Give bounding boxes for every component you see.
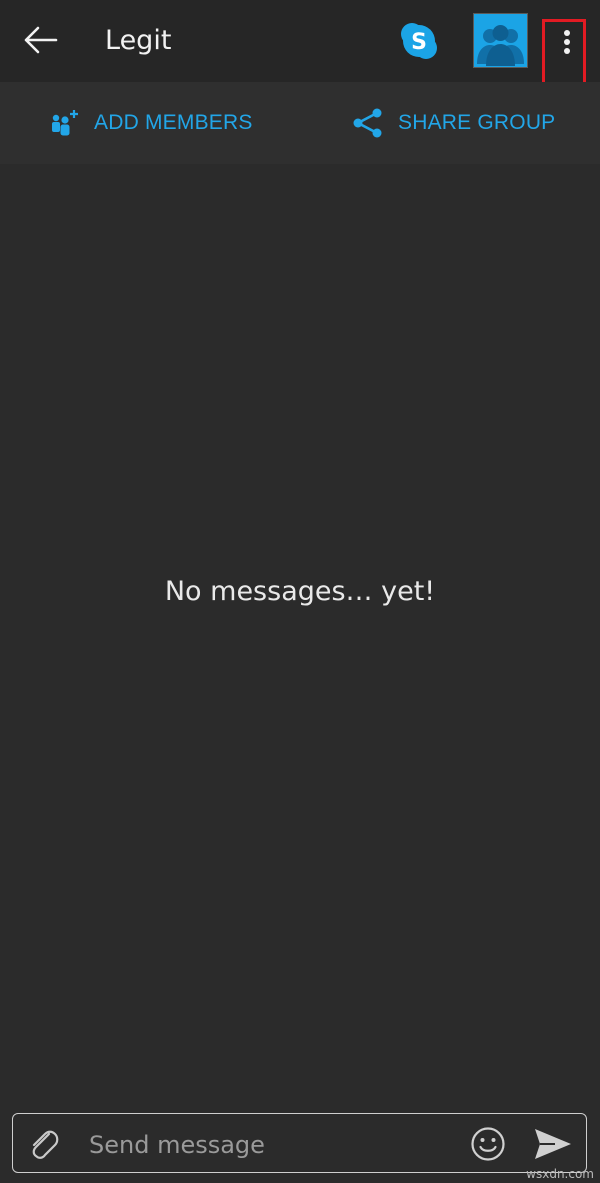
message-composer bbox=[12, 1113, 587, 1173]
attach-button[interactable] bbox=[27, 1126, 61, 1162]
top-bar: Legit S bbox=[0, 0, 600, 88]
add-members-button[interactable]: ADD MEMBERS bbox=[50, 104, 253, 142]
skype-icon-letter: S bbox=[411, 30, 427, 55]
chat-title: Legit bbox=[105, 25, 172, 56]
arrow-left-icon bbox=[24, 26, 58, 54]
skype-icon: S bbox=[401, 23, 437, 59]
add-members-label: ADD MEMBERS bbox=[94, 111, 253, 134]
smiley-icon bbox=[471, 1127, 505, 1161]
share-icon bbox=[353, 108, 382, 138]
add-members-icon bbox=[52, 110, 78, 136]
message-input[interactable] bbox=[87, 1124, 451, 1166]
skype-call-button[interactable]: S bbox=[398, 20, 440, 62]
group-avatar[interactable] bbox=[473, 13, 528, 68]
emoji-button[interactable] bbox=[470, 1126, 506, 1162]
more-options-button[interactable] bbox=[542, 19, 586, 88]
watermark: wsxdn.com bbox=[526, 1167, 594, 1181]
back-button[interactable] bbox=[18, 20, 62, 60]
send-button[interactable] bbox=[533, 1126, 573, 1162]
share-group-button[interactable]: SHARE GROUP bbox=[352, 104, 555, 142]
empty-conversation-text: No messages… yet! bbox=[164, 576, 436, 607]
share-group-label: SHARE GROUP bbox=[398, 111, 556, 134]
group-avatar-icon bbox=[477, 25, 524, 66]
chat-screen: Legit S ADD MEMBERS SHARE GROUP No messa… bbox=[0, 0, 600, 1183]
paperclip-icon bbox=[32, 1130, 59, 1159]
send-icon bbox=[535, 1129, 571, 1159]
action-bar: ADD MEMBERS SHARE GROUP bbox=[0, 82, 600, 164]
